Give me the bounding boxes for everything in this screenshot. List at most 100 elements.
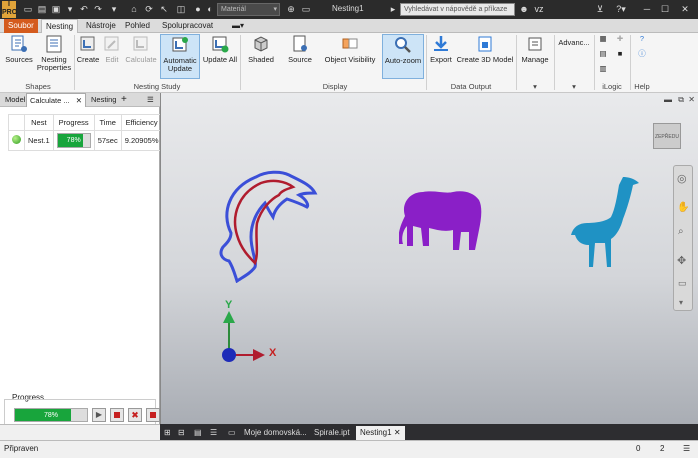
select-icon[interactable]: ↖ [158,2,170,17]
tab-nastroje[interactable]: Nástroje [82,19,120,33]
advanced-button[interactable]: Advanc... [556,39,592,47]
calculate-button[interactable]: Calculate [124,34,158,64]
zoom-icon[interactable]: ⌕ [678,226,684,237]
play-button[interactable]: ▶ [92,408,106,422]
export-button[interactable]: Export [428,34,454,64]
viewport-close-icon[interactable]: ✕ [688,95,695,104]
color-icon[interactable]: ◐ [204,2,216,17]
advanced-dropdown-icon[interactable]: ▾ [556,82,592,91]
steering-wheel-icon[interactable]: ◎ [677,172,687,185]
help-icon[interactable]: ?▾ [612,2,630,17]
new-icon[interactable]: ▭ [22,2,34,17]
arrange-icon[interactable]: ☰ [206,426,221,440]
ribbon-options-icon[interactable]: ▬▾ [228,19,248,33]
create-3d-model-button[interactable]: Create 3D Model [456,34,514,64]
cascade-icon[interactable]: ▤ [190,426,206,440]
automatic-update-button[interactable]: Automatic Update [160,34,200,79]
help-info-icon[interactable]: ⓘ [636,50,648,58]
viewcube[interactable]: ZEPŘEDU [653,123,681,149]
panel-tab-calculate[interactable]: Calculate ... ✕ [26,93,86,107]
graphics-viewport[interactable]: ▬ ⧉ ✕ ZEPŘEDU ◎ ✋ ⌕ ✥ ▭ ▾ Y X [160,93,698,424]
export-label: Export [430,55,452,64]
viewport-restore-icon[interactable]: ⧉ [678,95,684,105]
help-question-icon[interactable]: ? [636,35,648,43]
maximize-icon[interactable]: ☐ [658,2,672,17]
cart-icon[interactable]: ⊻ [594,2,606,17]
tile-vertical-icon[interactable]: ⊟ [174,426,189,440]
create-button[interactable]: Create [76,34,100,64]
shaded-button[interactable]: Shaded [246,34,276,64]
edit-button[interactable]: Edit [101,34,123,64]
add-tab-icon[interactable]: + [118,93,130,107]
panel-tab-nesting[interactable]: Nesting [88,93,119,107]
sources-button[interactable]: Sources [4,34,34,64]
pause-button[interactable] [146,408,160,422]
ilogic-rules-icon[interactable]: ▤ [597,50,609,58]
ilogic-events-icon[interactable]: ■ [614,50,626,58]
stop-button[interactable] [110,408,124,422]
appearance-icon[interactable]: ● [192,2,204,17]
all-documents-icon[interactable]: ▭ [224,426,240,440]
home-icon[interactable]: ⌂ [128,2,140,17]
pan-hand-icon[interactable]: ✋ [677,202,689,213]
source-button[interactable]: Source [286,34,314,64]
automatic-update-label: Automatic Update [163,56,197,73]
viewport-minimize-icon[interactable]: ▬ [664,95,672,104]
row-progress-label: 78% [66,137,81,144]
ilogic-browser-icon[interactable]: ▦ [597,35,609,43]
globe-icon[interactable]: ⊕ [285,2,297,17]
doc-tab-home[interactable]: Moje domovská... [240,426,311,440]
nesting-properties-button[interactable]: Nesting Properties [36,34,72,72]
table-row[interactable]: Nest.1 78% 57sec 9.20905% [8,130,163,151]
doc-tab-nesting1[interactable]: Nesting1 ✕ [356,426,405,440]
ilogic-forms-icon[interactable]: ▥ [597,65,609,73]
manage-button[interactable]: Manage [518,34,552,64]
overall-progress-bar: 78% [14,408,88,422]
user-icon[interactable]: ☻ [518,2,530,17]
nav-bar-menu-icon[interactable]: ▾ [679,298,683,307]
object-visibility-button[interactable]: Object Visibility [322,34,378,64]
group-label-help: Help [634,82,650,91]
table-header-time[interactable]: Time [93,114,122,131]
status-count-b: 2 [660,444,665,453]
sources-label: Sources [5,55,33,64]
tab-nesting[interactable]: Nesting [41,19,79,33]
sketch-icon[interactable]: ◫ [175,2,187,17]
user-name[interactable]: vz [531,2,547,17]
orbit-icon[interactable]: ✥ [677,254,686,267]
panel-tab-model[interactable]: Model [2,93,28,107]
update-icon[interactable]: ⟳ [143,2,155,17]
app-icon[interactable]: I PRO [2,1,17,18]
minimize-icon[interactable]: ─ [640,2,654,17]
tab-spolupracovat[interactable]: Spolupracovat [158,19,217,33]
cancel-button[interactable]: ✖ [128,408,142,422]
tab-pohled[interactable]: Pohled [121,19,154,33]
update-all-button[interactable]: Update All [202,34,238,64]
doc-tab-spirale[interactable]: Spirale.ipt [310,426,354,440]
tab-soubor[interactable]: Soubor [4,19,38,33]
object-visibility-label: Object Visibility [324,55,376,64]
undo-icon[interactable]: ↶ [78,2,90,17]
close-tab-icon[interactable]: ✕ [76,94,82,108]
ilogic-add-icon[interactable]: ✚ [614,35,626,43]
save-dropdown-icon[interactable]: ▾ [64,2,76,17]
redo-dropdown-icon[interactable]: ▾ [110,2,118,17]
status-menu-icon[interactable]: ☰ [683,441,690,457]
look-at-icon[interactable]: ▭ [678,278,687,289]
material-select[interactable]: Materiál ▾ [217,3,280,16]
table-header-progress[interactable]: Progress [52,114,95,131]
table-header-efficiency[interactable]: Efficiency [120,114,163,131]
help-search-input[interactable]: Vyhledávat v nápovědě a příkaze [400,3,515,16]
redo-icon[interactable]: ↷ [92,2,104,17]
panel-menu-icon[interactable]: ☰ [144,93,157,107]
auto-zoom-button[interactable]: Auto-zoom [382,34,424,79]
close-icon[interactable]: ✕ [678,2,692,17]
open-folder-icon[interactable]: ▤ [36,2,48,17]
close-doc-tab-icon[interactable]: ✕ [394,428,401,437]
ribbon-separator [240,35,241,90]
table-header-nest[interactable]: Nest [24,114,54,131]
measure-icon[interactable]: ▭ [300,2,312,17]
save-icon[interactable]: ▣ [50,2,62,17]
tile-horizontal-icon[interactable]: ⊞ [160,426,175,440]
manage-dropdown-icon[interactable]: ▾ [518,82,552,91]
